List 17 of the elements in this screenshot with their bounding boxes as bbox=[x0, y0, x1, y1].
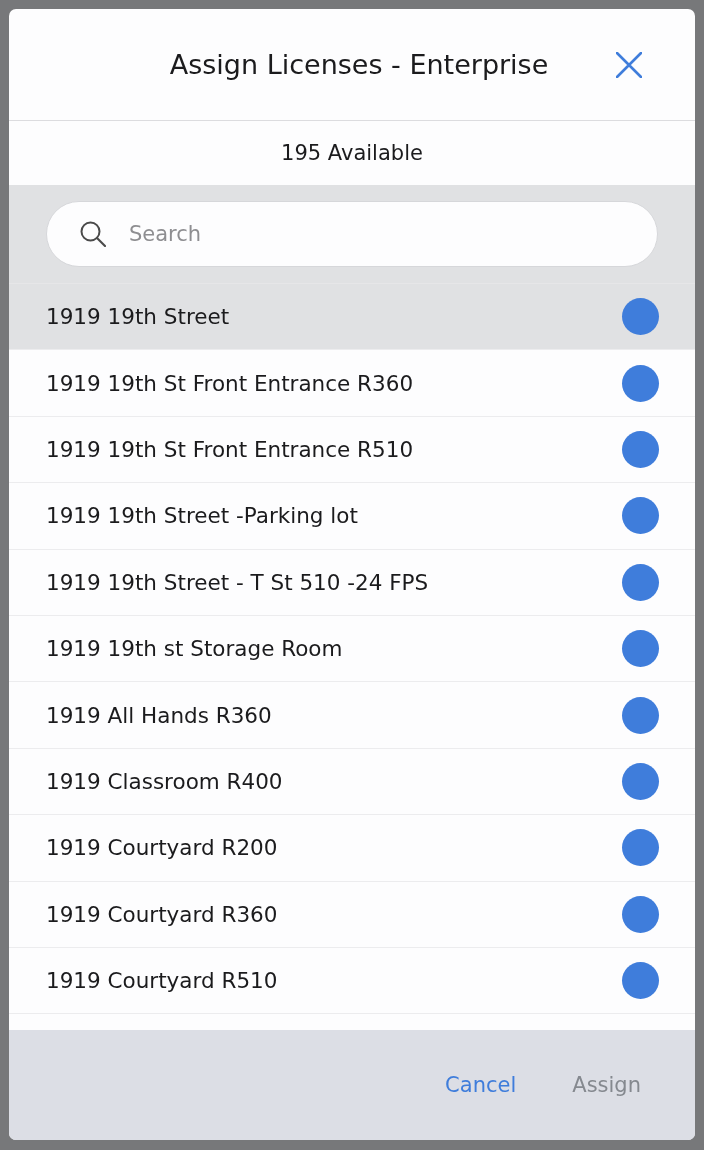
row-label: 1919 Courtyard R200 bbox=[46, 835, 278, 861]
available-count: 195 Available bbox=[281, 141, 423, 165]
row-label: 1919 19th St Front Entrance R360 bbox=[46, 370, 414, 396]
row-label: 1919 19th Street -Parking lot bbox=[46, 503, 358, 529]
row-label: 1919 19th st Storage Room bbox=[46, 636, 343, 662]
search-field[interactable]: Search bbox=[46, 201, 658, 267]
search-icon bbox=[80, 221, 106, 247]
close-icon bbox=[616, 51, 642, 78]
row-label: 1919 Courtyard R510 bbox=[46, 968, 278, 994]
row-label: 1919 19th St Front Entrance R510 bbox=[46, 436, 414, 462]
dialog-title: Assign Licenses - Enterprise bbox=[168, 49, 549, 80]
row-label: 1919 19th Street bbox=[46, 304, 230, 330]
row-label: 1919 Classroom R400 bbox=[46, 768, 283, 794]
row-label: 1919 Courtyard R360 bbox=[46, 901, 278, 927]
list-row[interactable]: 1919 19th Street bbox=[9, 284, 695, 351]
row-label: 1919 All Hands R360 bbox=[46, 702, 272, 728]
row-label: 1919 19th Street - T St 510 -24 FPS bbox=[46, 569, 429, 595]
